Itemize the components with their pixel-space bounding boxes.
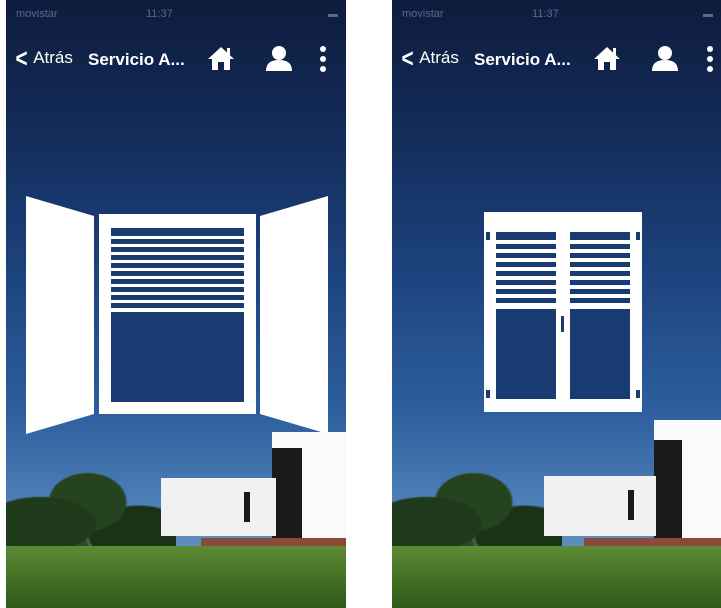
home-icon[interactable] (592, 44, 622, 72)
more-vertical-icon[interactable] (317, 44, 329, 74)
house-shadow (654, 440, 682, 542)
screen-right: movistar 11:37 ▬ < Atrás Servicio A... (392, 0, 721, 608)
status-bar: movistar 11:37 ▬ (392, 0, 721, 24)
screen-left: movistar 11:37 ▬ < Atrás Servicio A... (6, 0, 346, 608)
lawn (392, 546, 721, 608)
nav-bar: < Atrás Servicio A... (392, 42, 721, 78)
house-window (244, 492, 250, 522)
home-icon[interactable] (206, 44, 236, 72)
chevron-left-icon: < (401, 43, 414, 73)
more-vertical-icon[interactable] (704, 44, 716, 74)
chevron-left-icon: < (15, 43, 28, 73)
back-button[interactable]: < Atrás (14, 43, 73, 73)
lawn (6, 546, 346, 608)
battery-icon: ▬ (703, 9, 713, 20)
carrier-label: movistar (402, 8, 444, 20)
house-wing (161, 478, 276, 536)
closed-shutter-window-icon[interactable] (484, 212, 642, 412)
user-icon[interactable] (650, 44, 680, 72)
clock: 11:37 (532, 8, 559, 20)
back-button[interactable]: < Atrás (400, 43, 459, 73)
back-label: Atrás (419, 48, 459, 67)
nav-bar: < Atrás Servicio A... (6, 42, 346, 78)
page-title: Servicio A... (474, 50, 571, 69)
back-label: Atrás (33, 48, 73, 67)
house-shadow (272, 448, 302, 542)
user-icon[interactable] (264, 44, 294, 72)
carrier-label: movistar (16, 8, 58, 20)
open-window-with-blind-icon[interactable] (24, 192, 330, 434)
page-title: Servicio A... (88, 50, 185, 69)
house-window (628, 490, 634, 520)
house-wing (544, 476, 656, 536)
status-bar: movistar 11:37 ▬ (6, 0, 346, 24)
battery-icon: ▬ (328, 9, 338, 20)
clock: 11:37 (146, 8, 173, 20)
